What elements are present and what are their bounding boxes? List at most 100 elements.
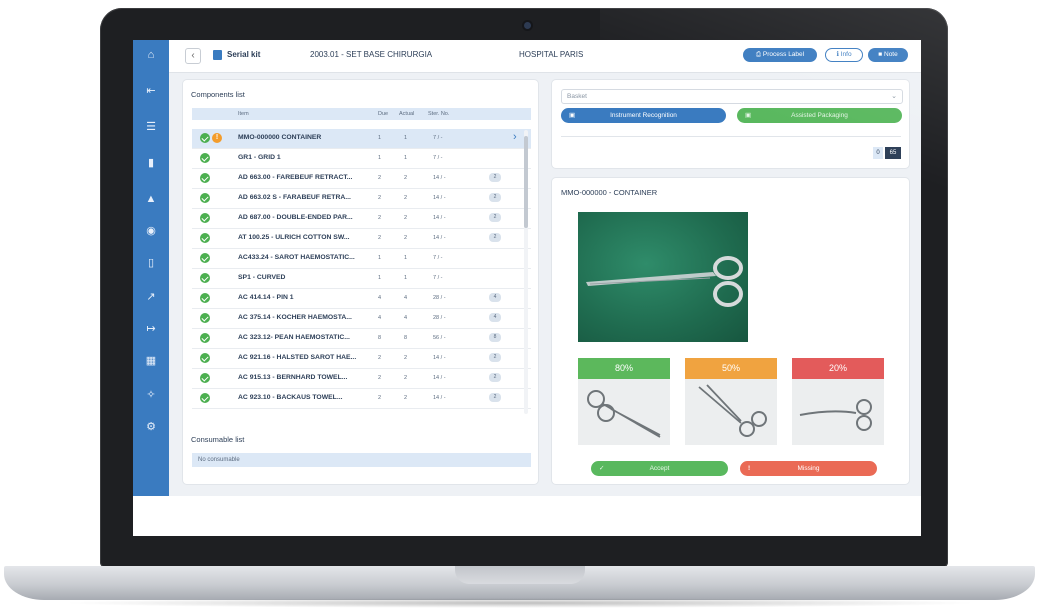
table-row[interactable]: AD 687.00 - DOUBLE-ENDED PAR... 2 2 14 /… [192, 209, 531, 229]
chart-icon[interactable]: ▦ [142, 354, 160, 368]
settings-icon[interactable]: ⚙ [142, 420, 160, 434]
table-row[interactable]: AC 921.16 - HALSTED SAROT HAE... 2 2 14 … [192, 349, 531, 369]
home-icon[interactable]: ⌂ [142, 48, 160, 62]
info-button[interactable]: ℹ Info [825, 48, 863, 62]
sidebar: ⌂ ⇤ ☰ ▮ ▲ ◉ ▯ ↗ ↦ ▦ ✧ ⚙ [133, 40, 169, 496]
row-due: 4 [378, 315, 382, 321]
note-text: Note [884, 51, 898, 58]
app-area: ‹ Serial kit 2003.01 - SET BASE CHIRURGI… [169, 40, 921, 496]
row-due: 2 [378, 395, 382, 401]
assisted-packaging-label: Assisted Packaging [791, 112, 848, 119]
table-row[interactable]: AC 915.13 - BERNHARD TOWEL... 2 2 14 / -… [192, 369, 531, 389]
scrollbar-thumb[interactable] [524, 136, 528, 228]
list-icon[interactable]: ☰ [142, 120, 160, 134]
row-badge: 2 [489, 393, 501, 402]
match-thumbnail-1[interactable] [578, 379, 670, 445]
consumables-list: No consumable [192, 453, 531, 467]
match-percent-50: 50% [685, 358, 777, 379]
row-due: 2 [378, 195, 382, 201]
hospital-name: HOSPITAL PARIS [519, 50, 584, 59]
note-button[interactable]: ■ Note [868, 48, 908, 62]
row-actual: 2 [404, 175, 408, 181]
row-badge: 2 [489, 373, 501, 382]
row-actual: 4 [404, 295, 408, 301]
package-icon: ▣ [745, 112, 752, 119]
table-row[interactable]: AD 663.00 - FAREBEUF RETRACT... 2 2 14 /… [192, 169, 531, 189]
accept-button[interactable]: ✓ Accept [591, 461, 728, 476]
check-icon: ✓ [599, 465, 605, 472]
table-row[interactable]: ! MMO-000000 CONTAINER 1 1 7 / - › [192, 129, 531, 149]
row-actual: 1 [404, 255, 408, 261]
row-due: 1 [378, 135, 382, 141]
users-icon[interactable]: ✧ [142, 388, 160, 402]
screen-bottom [133, 496, 921, 536]
box-icon[interactable]: ◉ [142, 224, 160, 238]
row-name: AC 915.13 - BERNHARD TOWEL... [238, 374, 348, 381]
check-icon [200, 293, 210, 303]
back-button[interactable]: ‹ [185, 48, 201, 64]
alert-icon: ! [748, 465, 751, 472]
row-due: 8 [378, 335, 382, 341]
row-ster: 7 / - [433, 135, 443, 141]
scissors-icon [587, 390, 661, 438]
row-ster: 14 / - [433, 195, 446, 201]
kit-icon [213, 50, 222, 60]
table-row[interactable]: SP1 - CURVED 1 1 7 / - [192, 269, 531, 289]
table-row[interactable]: AC 923.10 - BACKAUS TOWEL... 2 2 14 / - … [192, 389, 531, 409]
chevron-right-icon[interactable]: › [513, 131, 517, 143]
flask-icon[interactable]: ▲ [142, 192, 160, 206]
assisted-packaging-button[interactable]: ▣ Assisted Packaging [737, 108, 902, 123]
divider [561, 136, 901, 137]
table-row[interactable]: AC 414.14 - PIN 1 4 4 28 / - 4 [192, 289, 531, 309]
table-row[interactable]: AC433.24 - SAROT HAEMOSTATIC... 1 1 7 / … [192, 249, 531, 269]
table-row[interactable]: AC 375.14 - KOCHER HAEMOSTA... 4 4 28 / … [192, 309, 531, 329]
row-ster: 14 / - [433, 215, 446, 221]
check-icon [200, 193, 210, 203]
instrument-recognition-button[interactable]: ▣ Instrument Recognition [561, 108, 726, 123]
row-name: AC 414.14 - PIN 1 [238, 294, 294, 301]
components-card: Components list Item Due Actual Ster. No… [183, 80, 538, 484]
set-title: 2003.01 - SET BASE CHIRURGIA [310, 50, 433, 59]
info-text: Info [840, 51, 852, 58]
camera-icon: ▣ [569, 112, 576, 119]
table-row[interactable]: AT 100.25 - ULRICH COTTON SW... 2 2 14 /… [192, 229, 531, 249]
row-due: 2 [378, 375, 382, 381]
row-ster: 28 / - [433, 315, 446, 321]
export-icon[interactable]: ↦ [142, 322, 160, 336]
table-row[interactable]: AC 323.12- PEAN HAEMOSTATIC... 8 8 56 / … [192, 329, 531, 349]
row-actual: 8 [404, 335, 408, 341]
process-label-button[interactable]: ⎙ Process Label [743, 48, 817, 62]
missing-button[interactable]: ! Missing [740, 461, 877, 476]
match-thumbnail-3[interactable] [792, 379, 884, 445]
check-icon [200, 133, 210, 143]
col-actual: Actual [399, 111, 415, 117]
match-percent-20: 20% [792, 358, 884, 379]
count-current: 0 [873, 147, 883, 159]
arrow-icon[interactable]: ↗ [142, 290, 160, 304]
table-row[interactable]: AD 663.02 S - FARABEUF RETRA... 2 2 14 /… [192, 189, 531, 209]
header-bar: ‹ Serial kit 2003.01 - SET BASE CHIRURGI… [169, 40, 921, 73]
check-icon [200, 213, 210, 223]
row-badge: 2 [489, 233, 501, 242]
match-thumbnail-2[interactable] [685, 379, 777, 445]
table-row[interactable]: GR1 - GRID 1 1 1 7 / - [192, 149, 531, 169]
screen: ⌂ ⇤ ☰ ▮ ▲ ◉ ▯ ↗ ↦ ▦ ✧ ⚙ ‹ Serial kit 200… [133, 40, 921, 536]
login-icon[interactable]: ⇤ [142, 84, 160, 98]
recognition-card: Basket ⌄ ▣ Instrument Recognition ▣ Assi… [552, 80, 909, 168]
document-icon[interactable]: ▯ [142, 256, 160, 270]
book-icon[interactable]: ▮ [142, 156, 160, 170]
row-badge: 2 [489, 173, 501, 182]
check-icon [200, 353, 210, 363]
row-name: AD 687.00 - DOUBLE-ENDED PAR... [238, 214, 353, 221]
row-ster: 7 / - [433, 255, 443, 261]
row-due: 2 [378, 355, 382, 361]
row-ster: 7 / - [433, 155, 443, 161]
row-ster: 7 / - [433, 275, 443, 281]
row-actual: 2 [404, 235, 408, 241]
row-due: 2 [378, 235, 382, 241]
scissors-photo-icon [586, 256, 743, 307]
chevron-down-icon: ⌄ [891, 93, 897, 100]
basket-placeholder: Basket [567, 93, 587, 100]
basket-select[interactable]: Basket ⌄ [561, 89, 903, 104]
row-name: AD 663.00 - FAREBEUF RETRACT... [238, 174, 353, 181]
